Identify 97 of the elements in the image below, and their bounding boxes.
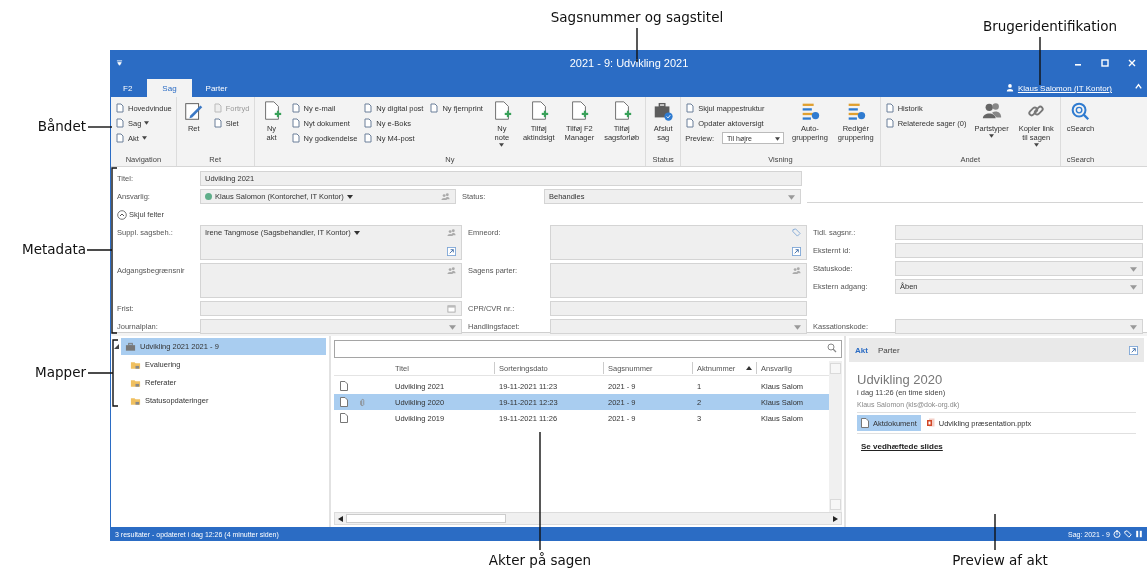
- tag-icon[interactable]: [1124, 530, 1132, 538]
- page-icon: [685, 103, 696, 113]
- caret-icon: [1130, 267, 1137, 272]
- expanded-arrow-icon[interactable]: [114, 344, 119, 349]
- quick-access-icon[interactable]: [116, 59, 123, 67]
- input-field[interactable]: [200, 263, 462, 298]
- leader-line: [87, 126, 113, 128]
- input-field[interactable]: [895, 243, 1143, 258]
- scroll-left-icon[interactable]: [338, 515, 344, 522]
- leader-line: [994, 513, 996, 551]
- expand-icon[interactable]: [447, 247, 456, 256]
- timer-icon[interactable]: [1113, 530, 1121, 538]
- close-icon[interactable]: [1127, 58, 1137, 68]
- horizontal-scrollbar[interactable]: [334, 512, 842, 525]
- collapse-icon[interactable]: [1134, 82, 1143, 91]
- page-icon: [363, 118, 374, 128]
- page-icon: [363, 103, 374, 113]
- input-field[interactable]: [550, 301, 807, 316]
- preview-tab[interactable]: Parter: [877, 345, 900, 355]
- user-icon: [1005, 83, 1014, 92]
- input-field[interactable]: [895, 225, 1143, 240]
- caret-icon: [346, 195, 353, 199]
- page-icon: [290, 133, 301, 143]
- input-field[interactable]: [550, 263, 807, 298]
- caret-icon: [1033, 143, 1039, 147]
- folder-icon: [130, 377, 141, 388]
- page-icon: [884, 118, 895, 128]
- page-icon: [685, 118, 696, 128]
- caret-icon: [144, 121, 150, 125]
- callout-label: Båndet: [36, 118, 86, 134]
- vertical-scrollbar[interactable]: [829, 361, 842, 512]
- expand-icon[interactable]: [792, 247, 801, 256]
- ribbon-tab[interactable]: Sag: [147, 79, 192, 97]
- page-icon: [290, 118, 301, 128]
- page-icon: [212, 103, 223, 113]
- people-icon: [792, 266, 801, 275]
- dropdown-field[interactable]: [895, 319, 1143, 334]
- page-icon: [363, 133, 374, 143]
- callout-label: Sagsnummer og sagstitel: [549, 9, 725, 25]
- maximize-icon[interactable]: [1100, 58, 1110, 68]
- preview-tab[interactable]: Akt: [855, 345, 868, 355]
- people-icon: [441, 192, 450, 201]
- briefcase-icon: [125, 341, 136, 352]
- caret-icon: [141, 136, 147, 140]
- page-icon: [884, 103, 895, 113]
- expand-icon[interactable]: [1129, 345, 1138, 355]
- scroll-up-icon[interactable]: [830, 363, 841, 374]
- pause-icon[interactable]: [1135, 530, 1143, 538]
- dropdown-field[interactable]: [200, 319, 462, 334]
- caret-icon: [1130, 285, 1137, 290]
- caret-icon: [1130, 325, 1137, 330]
- people-icon: [447, 266, 456, 275]
- dropdown-field[interactable]: [550, 319, 807, 334]
- search-icon: [1069, 100, 1092, 122]
- ribbon-tab[interactable]: Parter: [191, 79, 242, 97]
- caret-icon: [449, 325, 456, 330]
- attachment-link[interactable]: Se vedhæftede slides: [861, 442, 1136, 451]
- caret-icon: [774, 137, 780, 141]
- preview-title: Udvikling 2020: [857, 372, 944, 387]
- caret-icon: [353, 231, 360, 235]
- leader-line: [87, 339, 119, 407]
- window-title: 2021 - 9: Udvikling 2021: [569, 57, 689, 69]
- page-icon: [290, 103, 301, 113]
- user-link[interactable]: Klaus Salomon (IT Kontor): [1017, 84, 1112, 93]
- input-field[interactable]: [550, 225, 807, 260]
- tag-icon: [792, 228, 801, 237]
- leader-line: [1039, 36, 1041, 86]
- folder-icon: [130, 395, 141, 406]
- caret-icon: [989, 134, 995, 138]
- scroll-right-icon[interactable]: [832, 515, 838, 522]
- briefcase-icon: [652, 100, 675, 122]
- leader-line: [636, 27, 638, 63]
- document-icon: [861, 418, 869, 428]
- scroll-down-icon[interactable]: [830, 499, 841, 510]
- callout-label: Akter på sagen: [487, 552, 593, 568]
- people-icon: [447, 228, 456, 237]
- page-icon: [429, 103, 440, 113]
- caret-icon: [499, 143, 505, 147]
- input-field[interactable]: [200, 301, 462, 316]
- callout-label: Metadata: [21, 241, 86, 257]
- chevron-up-icon: [117, 209, 127, 220]
- search-field[interactable]: [334, 340, 842, 358]
- callout-label: Preview af akt: [951, 552, 1049, 568]
- callout-label: Mapper: [34, 364, 86, 380]
- caret-icon: [788, 195, 795, 200]
- ribbon-tab[interactable]: F2: [111, 79, 148, 97]
- sort-arrow-icon: [746, 366, 752, 370]
- presentation-file-icon: [926, 418, 935, 428]
- search-icon[interactable]: [827, 343, 837, 353]
- page-icon: [212, 118, 223, 128]
- caret-icon: [794, 325, 801, 330]
- callout-label: Brugeridentifikation: [981, 18, 1119, 34]
- calendar-icon: [447, 304, 456, 313]
- pencil-icon: [182, 100, 205, 122]
- scroll-thumb[interactable]: [346, 514, 506, 523]
- dropdown-field[interactable]: [895, 261, 1143, 276]
- folder-icon: [130, 359, 141, 370]
